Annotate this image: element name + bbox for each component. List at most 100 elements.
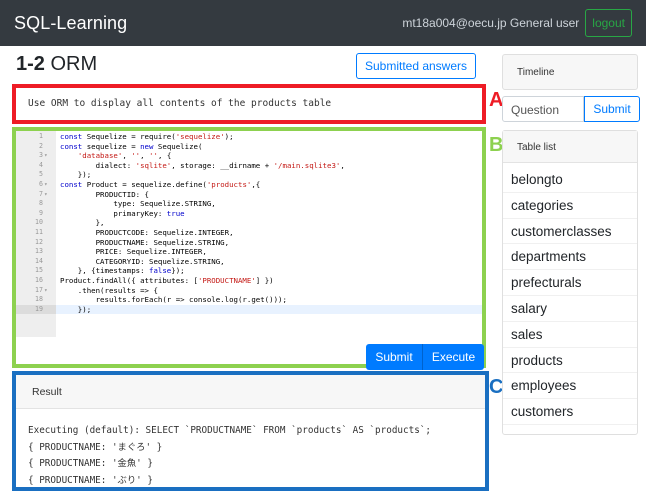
code-token: sequelize = xyxy=(82,141,141,151)
code-token: PRODUCTCODE: Sequelize.INTEGER, xyxy=(60,227,234,237)
code-token: ); xyxy=(224,132,234,141)
code-text: const sequelize = new Sequelize( xyxy=(60,142,202,152)
result-line: Executing (default): SELECT `PRODUCTNAME… xyxy=(28,425,431,436)
code-line[interactable]: 5 }); xyxy=(16,170,482,180)
code-line[interactable]: 15 }, {timestamps: false}); xyxy=(16,266,482,276)
code-token: Sequelize = require( xyxy=(82,132,176,141)
line-number: 9 xyxy=(39,208,43,217)
user-info: mt18a004@oecu.jp General user xyxy=(402,16,580,30)
timeline-panel[interactable]: Timeline xyxy=(502,54,638,90)
code-text: }, {timestamps: false}); xyxy=(60,266,185,276)
code-token: PRODUCTID: { xyxy=(60,189,149,199)
code-token: 'database' xyxy=(77,151,123,161)
code-token: CATEGORYID: Sequelize.STRING, xyxy=(60,256,225,266)
code-token: 'sequelize' xyxy=(175,132,225,141)
code-line[interactable]: 7 ▾ PRODUCTID: { xyxy=(16,190,482,200)
result-output: Executing (default): SELECT `PRODUCTNAME… xyxy=(28,423,431,489)
code-editor-box: 1 const Sequelize = require('sequelize');… xyxy=(12,127,486,370)
code-token: '/main.sqlite3' xyxy=(273,160,341,170)
code-token: type: Sequelize.STRING, xyxy=(60,199,216,209)
table-item-employees[interactable]: employees xyxy=(503,373,637,400)
result-line: { PRODUCTNAME: 'ぶり' } xyxy=(28,474,153,486)
question-text: Use ORM to display all contents of the p… xyxy=(28,98,332,109)
line-number: 11 xyxy=(35,227,43,236)
code-line[interactable]: 3 ▾ 'database', '', '', { xyxy=(16,151,482,161)
result-title: Result xyxy=(32,386,62,398)
table-item-sales[interactable]: sales xyxy=(503,322,637,348)
code-line[interactable]: 8 type: Sequelize.STRING, xyxy=(16,199,482,209)
fold-arrow-icon[interactable]: ▾ xyxy=(44,180,48,190)
code-line[interactable]: 19 }); xyxy=(16,304,482,315)
table-item-products[interactable]: products xyxy=(503,348,637,374)
code-text: PRODUCTCODE: Sequelize.INTEGER, xyxy=(60,228,234,238)
result-header: Result xyxy=(16,375,485,409)
code-editor[interactable]: 1 const Sequelize = require('sequelize');… xyxy=(16,131,482,337)
line-number: 1 xyxy=(39,132,43,140)
code-text: results.forEach(r => console.log(r.get()… xyxy=(60,295,287,305)
timeline-title: Timeline xyxy=(517,67,555,78)
code-line[interactable]: 1 const Sequelize = require('sequelize'); xyxy=(16,132,482,142)
code-line[interactable]: 4 dialect: 'sqlite', storage: __dirname … xyxy=(16,161,482,171)
table-item-customers[interactable]: customers xyxy=(503,399,637,425)
code-token: Product.findAll({ attributes: [ xyxy=(60,275,198,285)
question-submit-button[interactable]: Submit xyxy=(584,96,640,122)
code-line[interactable]: 14 CATEGORYID: Sequelize.STRING, xyxy=(16,257,482,267)
fold-arrow-icon[interactable]: ▾ xyxy=(44,190,48,200)
table-item-customerclasses[interactable]: customerclasses xyxy=(503,219,637,245)
code-token: }, xyxy=(60,218,105,228)
code-token: true xyxy=(166,208,185,218)
code-token: 'sqlite' xyxy=(135,160,172,170)
code-token: }); xyxy=(171,266,185,276)
code-token: }, {timestamps: xyxy=(60,266,149,276)
exercise-number: 1-2 xyxy=(16,53,45,75)
table-list: belongto categories customerclasses depa… xyxy=(503,167,637,425)
code-text: const Product = sequelize.define('produc… xyxy=(60,180,260,190)
line-number: 6 xyxy=(39,179,43,188)
table-item-categories[interactable]: categories xyxy=(503,193,637,219)
table-item-belongto[interactable]: belongto xyxy=(503,167,637,193)
code-text: dialect: 'sqlite', storage: __dirname + … xyxy=(60,161,345,171)
code-token: }); xyxy=(60,304,92,314)
table-item-salary[interactable]: salary xyxy=(503,296,637,322)
line-number: 19 xyxy=(16,304,56,315)
code-line[interactable]: 17 ▾ .then(results => { xyxy=(16,286,482,296)
code-lines[interactable]: 1 const Sequelize = require('sequelize');… xyxy=(16,132,482,315)
code-line[interactable]: 10 }, xyxy=(16,218,482,228)
table-item-prefecturals[interactable]: prefecturals xyxy=(503,270,637,296)
code-token: primaryKey: xyxy=(60,208,167,218)
table-list-header: Table list xyxy=(503,131,637,163)
code-line[interactable]: 9 primaryKey: true xyxy=(16,209,482,219)
code-line[interactable]: 18 results.forEach(r => console.log(r.ge… xyxy=(16,295,482,305)
line-number: 12 xyxy=(35,237,43,246)
code-text: PRODUCTID: { xyxy=(60,190,149,200)
code-line[interactable]: 12 PRODUCTNAME: Sequelize.STRING, xyxy=(16,238,482,248)
code-token: , xyxy=(122,151,132,161)
execute-code-button[interactable]: Execute xyxy=(422,344,484,370)
line-number: 10 xyxy=(35,218,43,227)
fold-arrow-icon[interactable]: ▾ xyxy=(44,286,48,296)
question-placeholder: Question xyxy=(511,103,560,117)
line-number: 13 xyxy=(35,247,43,256)
fold-arrow-icon[interactable]: ▾ xyxy=(44,151,48,161)
submit-code-button[interactable]: Submit xyxy=(366,344,422,370)
logout-button[interactable]: logout xyxy=(585,9,632,37)
submitted-answers-button[interactable]: Submitted answers xyxy=(356,53,476,79)
table-list-title: Table list xyxy=(517,142,556,153)
code-line[interactable]: 11 PRODUCTCODE: Sequelize.INTEGER, xyxy=(16,228,482,238)
line-number: 16 xyxy=(35,275,43,284)
code-line[interactable]: 6 ▾ const Product = sequelize.define('prod… xyxy=(16,180,482,190)
code-line[interactable]: 2 const sequelize = new Sequelize( xyxy=(16,142,482,152)
brand-logo[interactable]: SQL-Learning xyxy=(14,13,127,34)
exercise-title: ORM xyxy=(50,53,98,75)
code-text: }, xyxy=(60,218,105,228)
code-line[interactable]: 16 Product.findAll({ attributes: ['PRODUC… xyxy=(16,276,482,286)
question-input[interactable]: Question xyxy=(502,96,584,122)
table-item-departments[interactable]: departments xyxy=(503,244,637,271)
line-number: 5 xyxy=(39,170,43,179)
line-number: 2 xyxy=(39,141,43,150)
code-token: 'PRODUCTNAME' xyxy=(197,275,256,285)
code-line[interactable]: 13 PRICE: Sequelize.INTEGER, xyxy=(16,247,482,257)
code-token: 'products' xyxy=(206,179,252,189)
result-line: { PRODUCTNAME: '金魚' } xyxy=(28,458,153,469)
